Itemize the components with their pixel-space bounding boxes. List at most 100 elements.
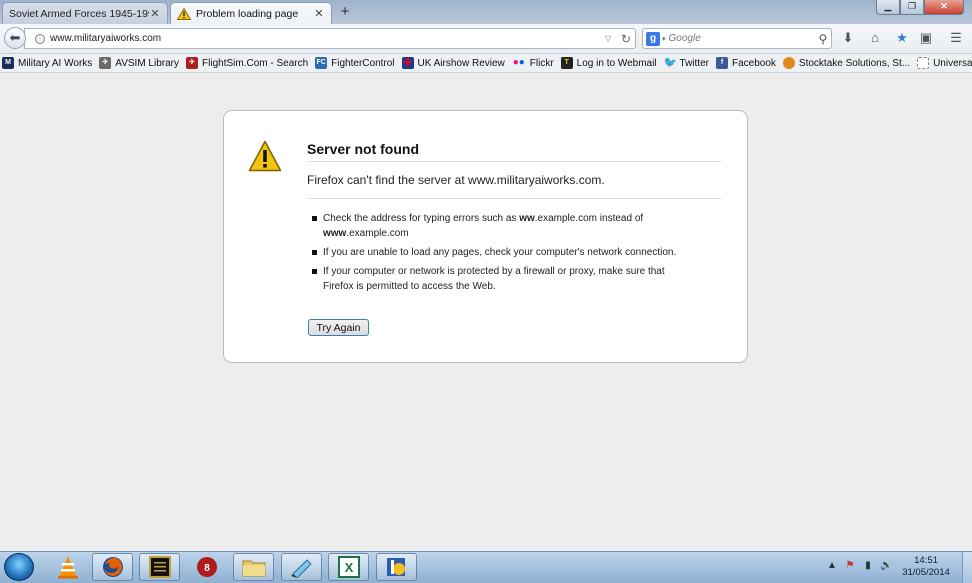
bookmark-label: Stocktake Solutions, St... [798, 57, 911, 69]
page-icon [917, 57, 930, 69]
bookmark-twitter[interactable]: 🐦 Twitter [664, 57, 709, 69]
bookmark-fightercontrol[interactable]: FC FighterControl [315, 57, 395, 69]
globe-icon [35, 33, 45, 44]
close-window-button[interactable]: ✕ [924, 0, 964, 15]
chevron-down-icon[interactable]: ▾ [662, 35, 666, 43]
bookmark-flightsim[interactable]: ✈ FlightSim.Com - Search [186, 57, 308, 69]
start-button[interactable] [4, 553, 34, 581]
bookmark-uk-airshow-review[interactable]: ✚ UK Airshow Review [401, 57, 505, 69]
back-arrow-icon: ⬅ [9, 30, 21, 45]
bookmark-stocktake[interactable]: Stocktake Solutions, St... [782, 57, 911, 69]
taskbar: 8 X ▲ ⚑ ▮ 🔊 14:51 31/05/2014 [0, 551, 972, 583]
clock-time: 14:51 [914, 555, 938, 566]
show-hidden-icons-icon[interactable]: ▲ [826, 560, 838, 572]
tab-label: Problem loading page [196, 7, 299, 20]
excel-icon[interactable]: X [328, 553, 369, 581]
suggestion-text: Check the address for typing errors such… [323, 213, 520, 224]
suggestions-list: Check the address for typing errors such… [312, 211, 692, 298]
bookmark-label: AVSIM Library [115, 57, 180, 69]
bookmark-facebook[interactable]: f Facebook [715, 57, 776, 69]
tab-problem-loading-page[interactable]: Problem loading page ✕ [170, 2, 332, 24]
firefox-icon[interactable] [92, 553, 133, 581]
bookmark-label: Twitter [679, 57, 709, 69]
suggestion-text: If you are unable to load any pages, che… [323, 247, 677, 258]
error-description: Firefox can't find the server at www.mil… [307, 173, 721, 199]
stocktake-icon [782, 57, 795, 69]
bookmark-label: Universal Jobmatch [933, 57, 972, 69]
try-again-button[interactable]: Try Again [308, 319, 369, 336]
folder-icon[interactable] [233, 553, 274, 581]
twitter-icon: 🐦 [663, 57, 678, 69]
warning-icon [177, 7, 191, 20]
maximize-button[interactable]: ❐ [900, 0, 924, 15]
clock-date: 31/05/2014 [902, 567, 950, 578]
pep8-icon[interactable]: 8 [187, 553, 228, 581]
title-bar: Soviet Armed Forces 1945-1991 ✕ Problem … [0, 0, 972, 24]
downloads-icon[interactable]: ⬇ [839, 29, 857, 47]
vlc-icon[interactable] [47, 553, 88, 581]
bookmark-label: FighterControl [331, 57, 395, 69]
suggestion-text: .example.com [346, 228, 409, 239]
terminal-icon[interactable] [139, 553, 180, 581]
back-button[interactable]: ⬅ [4, 27, 26, 49]
close-icon[interactable]: ✕ [313, 7, 325, 20]
svg-text:8: 8 [204, 563, 210, 574]
bookmark-label: Flickr [529, 57, 554, 69]
bookmark-label: UK Airshow Review [417, 57, 505, 69]
bookmark-webmail[interactable]: T Log in to Webmail [560, 57, 657, 69]
url-text[interactable]: www.militaryaiworks.com [50, 33, 605, 44]
flickr-icon: ●● [512, 57, 525, 68]
home-icon[interactable]: ⌂ [866, 29, 884, 47]
volume-icon[interactable]: 🔊 [880, 560, 892, 572]
bookmark-label: Military AI Works [18, 57, 93, 69]
close-icon[interactable]: ✕ [149, 7, 161, 20]
search-input[interactable] [668, 33, 815, 44]
suggestion-text: If your computer or network is protected… [323, 266, 665, 292]
mai-icon: M [2, 57, 14, 69]
flag-icon[interactable]: ⚑ [844, 560, 856, 572]
window-controls: ▁ ❐ ✕ [876, 0, 964, 15]
fc-icon: FC [315, 57, 328, 69]
app-icon[interactable] [376, 553, 417, 581]
facebook-icon: f [715, 57, 728, 69]
flightsim-icon: ✈ [186, 57, 199, 69]
bookmark-military-ai-works[interactable]: M Military AI Works [2, 57, 92, 69]
error-box: Server not found Firefox can't find the … [223, 110, 748, 363]
suggestion-text: .example.com instead of [534, 213, 644, 224]
bookmark-star-icon[interactable]: ★ [893, 29, 911, 47]
tab-label: Soviet Armed Forces 1945-1991 [9, 7, 149, 20]
svg-text:X: X [344, 560, 353, 575]
error-title: Server not found [307, 141, 721, 162]
webmail-icon: T [560, 57, 573, 69]
notes-icon[interactable] [281, 553, 322, 581]
warning-icon [248, 140, 282, 172]
suggestion-item: If your computer or network is protected… [312, 264, 692, 294]
minimize-button[interactable]: ▁ [876, 0, 900, 15]
navigation-bar: www.militaryaiworks.com ▽ ↻ ⬅ g ▾ ⚲ ⬇ ⌂ … [0, 24, 972, 54]
url-bar[interactable]: www.militaryaiworks.com ▽ ↻ [24, 28, 636, 49]
suggestion-item: Check the address for typing errors such… [312, 211, 692, 241]
menu-icon[interactable]: ☰ [947, 29, 965, 47]
tab-soviet-armed-forces[interactable]: Soviet Armed Forces 1945-1991 ✕ [2, 2, 168, 24]
reload-icon[interactable]: ↻ [617, 32, 635, 46]
bookmark-flickr[interactable]: ●● Flickr [512, 57, 554, 69]
suggestion-bold: www [323, 228, 347, 239]
bookmark-label: Log in to Webmail [576, 57, 657, 69]
google-icon[interactable]: g [646, 31, 660, 46]
search-box[interactable]: g ▾ ⚲ [642, 28, 832, 49]
chevron-down-icon[interactable]: ▽ [605, 34, 617, 43]
system-tray: ▲ ⚑ ▮ 🔊 [826, 560, 898, 572]
bookmark-label: Facebook [731, 57, 776, 69]
network-icon[interactable]: ▮ [862, 560, 874, 572]
clock[interactable]: 14:51 31/05/2014 [896, 555, 956, 579]
bookmark-avsim-library[interactable]: ✈ AVSIM Library [99, 57, 179, 69]
bookmarks-toolbar: M Military AI Works ✈ AVSIM Library ✈ Fl… [0, 54, 972, 73]
page-content: Server not found Firefox can't find the … [0, 73, 972, 551]
avsim-icon: ✈ [99, 57, 112, 69]
search-icon[interactable]: ⚲ [815, 32, 831, 46]
show-desktop-button[interactable] [962, 552, 972, 583]
bookmark-universal-jobmatch[interactable]: Universal Jobmatch [917, 57, 972, 69]
new-tab-button[interactable]: + [337, 4, 353, 20]
bookmark-label: FlightSim.Com - Search [202, 57, 309, 69]
reading-list-icon[interactable]: ▣ [917, 29, 935, 47]
